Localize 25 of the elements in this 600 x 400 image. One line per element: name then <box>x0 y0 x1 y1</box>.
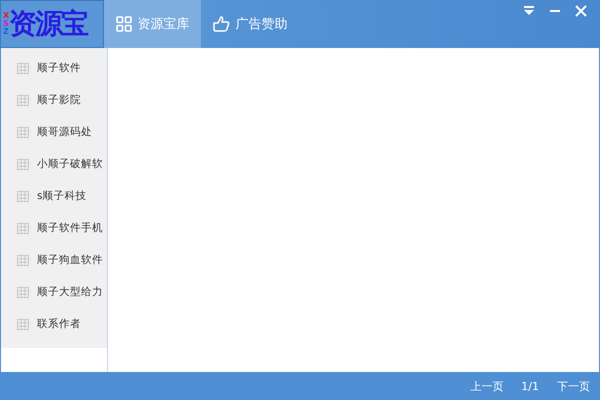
sidebar-item[interactable]: 联系作者 <box>1 308 107 340</box>
grid-icon <box>17 318 29 330</box>
logo-title: 资源宝 <box>9 6 88 42</box>
grid-icon <box>17 222 29 234</box>
grid-icon <box>17 62 29 74</box>
sidebar-item[interactable]: 小顺子破解软 <box>1 148 107 180</box>
close-icon[interactable] <box>574 4 588 18</box>
grid-icon <box>17 158 29 170</box>
sidebar-item[interactable]: 顺子影院 <box>1 84 107 116</box>
grid-icon <box>17 286 29 298</box>
sidebar-item[interactable]: 顺子狗血软件 <box>1 244 107 276</box>
page-indicator: 1/1 <box>521 380 539 392</box>
sidebar-item[interactable]: 顺子软件手机 <box>1 212 107 244</box>
grid-icon <box>17 254 29 266</box>
sidebar-item[interactable]: 顺哥源码处 <box>1 116 107 148</box>
dropdown-menu-icon[interactable] <box>522 4 536 18</box>
grid-icon <box>17 94 29 106</box>
logo-prefix: XSZ <box>3 12 10 36</box>
grid-icon <box>17 126 29 138</box>
sidebar-item[interactable]: 顺子大型给力 <box>1 276 107 308</box>
sidebar-item[interactable]: 顺子软件 <box>1 52 107 84</box>
thumbs-up-icon <box>212 16 230 32</box>
grid-icon <box>116 16 132 32</box>
grid-icon <box>17 190 29 202</box>
sidebar-item[interactable]: s顺子科技 <box>1 180 107 212</box>
